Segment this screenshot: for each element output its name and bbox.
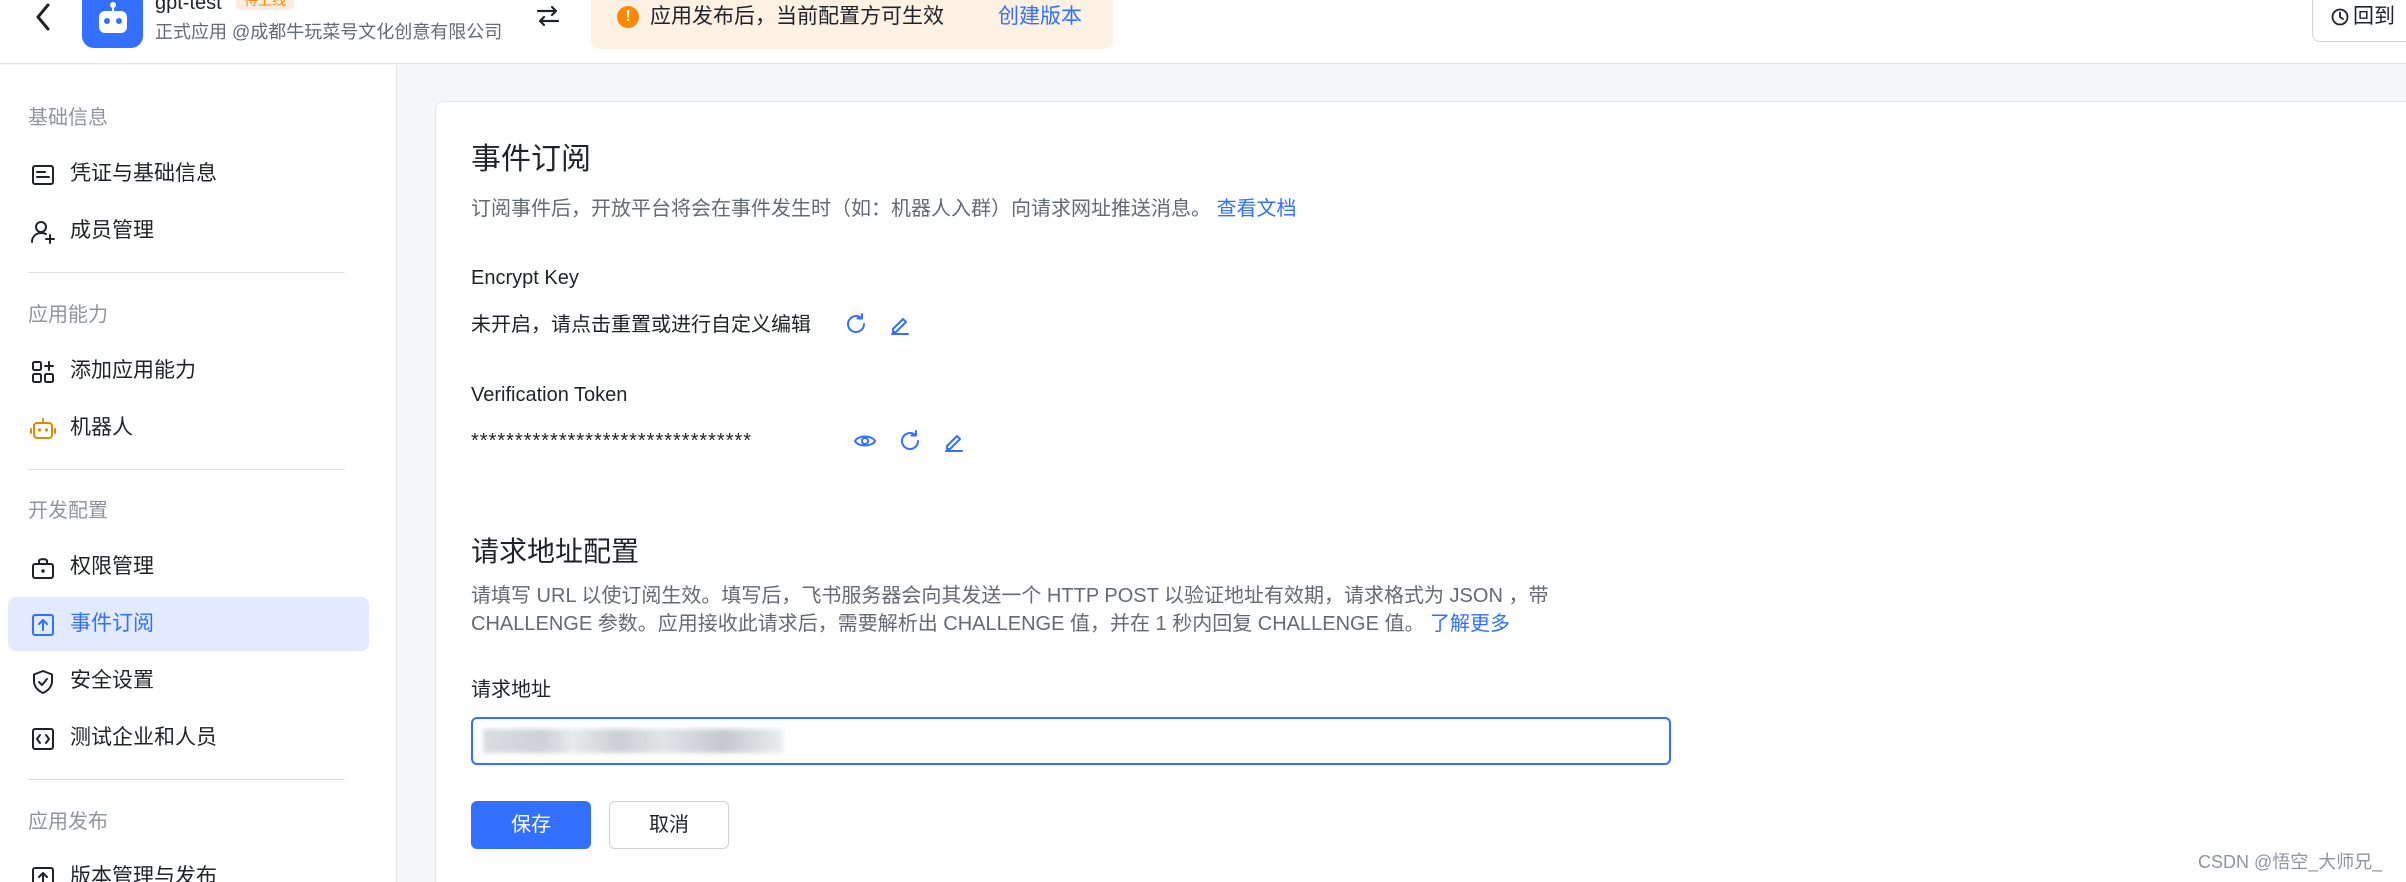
shield-check-icon	[33, 670, 53, 694]
sidebar-item-test-enterprise[interactable]: 测试企业和人员	[8, 711, 369, 765]
sidebar-item-label: 成员管理	[70, 219, 154, 242]
edit-icon[interactable]	[888, 312, 912, 336]
cancel-button[interactable]: 取消	[609, 801, 729, 849]
sidebar-item-label: 安全设置	[70, 669, 154, 692]
divider	[28, 779, 345, 780]
app-subtitle: 正式应用 @成都牛玩菜号文化创意有限公司	[155, 22, 503, 42]
request-url-input[interactable]	[471, 717, 1671, 765]
version-upload-icon	[32, 867, 54, 882]
eye-icon[interactable]	[853, 429, 877, 453]
history-icon	[2331, 8, 2349, 26]
request-section-title: 请求地址配置	[471, 536, 640, 567]
page-title: 事件订阅	[471, 143, 591, 176]
publish-notice-banner: ! 应用发布后，当前配置方可生效 创建版本	[591, 0, 1113, 49]
sidebar-item-security[interactable]: 安全设置	[8, 654, 369, 708]
sidebar-item-label: 事件订阅	[70, 612, 154, 635]
sidebar-item-label: 版本管理与发布	[70, 865, 217, 882]
edit-icon[interactable]	[942, 429, 966, 453]
sidebar: 基础信息 凭证与基础信息 成员管理 应用能力 添加应用能力 机器人 开发配置 权…	[0, 65, 397, 882]
refresh-icon[interactable]	[844, 312, 868, 336]
history-label: 回到	[2353, 5, 2395, 28]
chevron-left-icon	[36, 3, 50, 31]
save-button[interactable]: 保存	[471, 801, 591, 849]
warning-icon: !	[617, 6, 639, 28]
sidebar-item-label: 机器人	[70, 416, 133, 439]
encrypt-key-label: Encrypt Key	[471, 267, 579, 289]
verification-token-value: ********************************	[471, 430, 753, 452]
create-version-link[interactable]: 创建版本	[998, 3, 1082, 31]
back-button[interactable]	[30, 0, 56, 34]
sidebar-item-version[interactable]: 版本管理与发布	[8, 850, 369, 882]
code-icon	[32, 728, 54, 750]
learn-more-link[interactable]: 了解更多	[1430, 613, 1510, 635]
sidebar-item-label: 添加应用能力	[70, 359, 196, 382]
divider	[28, 272, 345, 273]
request-description-line2: CHALLENGE 参数。应用接收此请求后，需要解析出 CHALLENGE 值，…	[471, 609, 1510, 639]
app-status-badge: 待上线	[236, 0, 294, 10]
history-button[interactable]: 回到	[2312, 0, 2406, 42]
app-name: gpt-test	[155, 0, 222, 14]
page-description: 订阅事件后，开放平台将会在事件发生时（如：机器人入群）向请求网址推送消息。 查看…	[471, 194, 1297, 224]
description-text: 订阅事件后，开放平台将会在事件发生时（如：机器人入群）向请求网址推送消息。	[471, 198, 1211, 220]
section-label-dev-config: 开发配置	[28, 500, 108, 522]
section-label-basic: 基础信息	[28, 107, 108, 129]
sidebar-item-label: 凭证与基础信息	[70, 162, 217, 185]
banner-text: 应用发布后，当前配置方可生效	[650, 5, 944, 28]
robot-icon	[30, 418, 56, 439]
encrypt-key-value: 未开启，请点击重置或进行自定义编辑	[471, 314, 811, 336]
request-description-text: CHALLENGE 参数。应用接收此请求后，需要解析出 CHALLENGE 值，…	[471, 613, 1425, 635]
sidebar-item-robot[interactable]: 机器人	[8, 401, 369, 455]
credential-icon	[32, 165, 54, 185]
section-label-publish: 应用发布	[28, 811, 108, 833]
redacted-url-value	[483, 729, 783, 753]
sidebar-item-event-subscription[interactable]: 事件订阅	[8, 597, 369, 651]
verification-token-label: Verification Token	[471, 384, 628, 406]
top-header: gpt-test 待上线 正式应用 @成都牛玩菜号文化创意有限公司 ! 应用发布…	[0, 0, 2406, 64]
divider	[28, 469, 345, 470]
refresh-icon[interactable]	[898, 429, 922, 453]
switch-app-icon[interactable]	[534, 2, 562, 30]
permission-icon	[32, 558, 54, 579]
sidebar-item-credentials[interactable]: 凭证与基础信息	[8, 147, 369, 201]
user-add-icon	[31, 221, 55, 244]
section-label-capabilities: 应用能力	[28, 304, 108, 326]
event-subscription-icon	[32, 614, 54, 636]
request-url-label: 请求地址	[471, 679, 551, 701]
request-description-line1: 请填写 URL 以使订阅生效。填写后，飞书服务器会向其发送一个 HTTP POS…	[471, 585, 1549, 607]
sidebar-item-permissions[interactable]: 权限管理	[8, 540, 369, 594]
sidebar-item-label: 测试企业和人员	[70, 726, 217, 749]
sidebar-item-members[interactable]: 成员管理	[8, 204, 369, 258]
apps-add-icon	[32, 361, 54, 383]
watermark: CSDN @悟空_大师兄_	[2198, 852, 2383, 872]
view-docs-link[interactable]: 查看文档	[1217, 198, 1297, 220]
app-logo	[82, 0, 143, 48]
sidebar-item-add-capability[interactable]: 添加应用能力	[8, 344, 369, 398]
sidebar-item-label: 权限管理	[70, 555, 154, 578]
robot-icon	[98, 2, 127, 33]
